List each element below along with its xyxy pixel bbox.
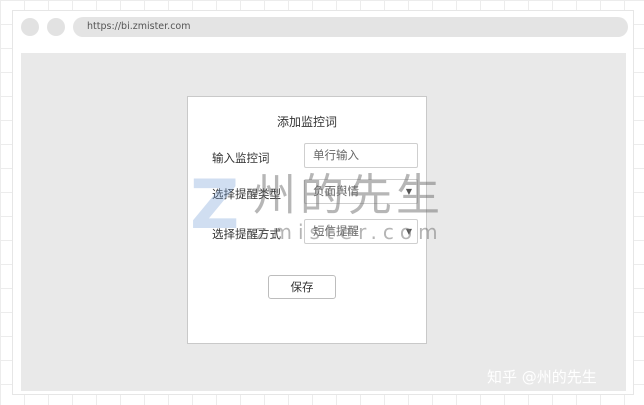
- keyword-input-box[interactable]: [304, 143, 418, 168]
- watermark-brand: 州的先生: [252, 170, 444, 221]
- url-text: https://bi.zmister.com: [87, 21, 191, 32]
- address-bar[interactable]: https://bi.zmister.com: [73, 17, 628, 37]
- keyword-label: 输入监控词: [212, 151, 270, 165]
- source-credit: 知乎 @州的先生: [487, 368, 597, 386]
- watermark-logo: Z: [190, 166, 240, 245]
- watermark-site: zmister.com: [256, 220, 444, 244]
- save-button[interactable]: 保存: [268, 275, 336, 299]
- keyword-input[interactable]: [313, 148, 409, 162]
- window-control-dot[interactable]: [47, 18, 65, 36]
- window-control-dot[interactable]: [21, 18, 39, 36]
- dialog-title: 添加监控词: [276, 115, 337, 129]
